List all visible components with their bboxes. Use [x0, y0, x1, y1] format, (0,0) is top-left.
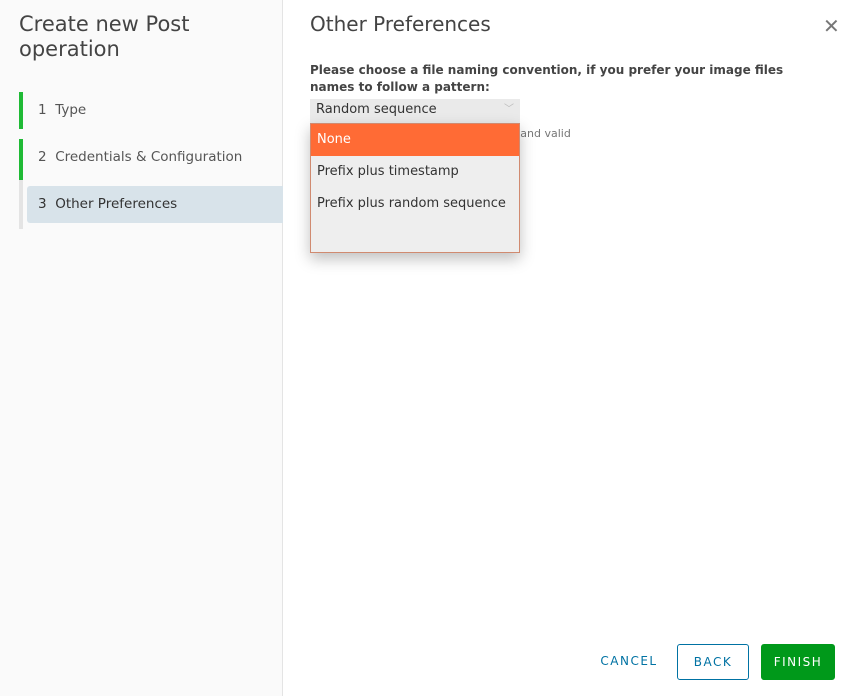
- back-button[interactable]: BACK: [677, 644, 749, 680]
- page-title: Other Preferences: [310, 12, 491, 36]
- cancel-button[interactable]: CANCEL: [593, 644, 665, 680]
- option-prefix-timestamp[interactable]: Prefix plus timestamp: [311, 156, 519, 188]
- step-progress-bar: [19, 139, 23, 180]
- step-label: Other Preferences: [55, 196, 178, 212]
- option-none[interactable]: None: [311, 124, 519, 156]
- step-progress-bar: [19, 92, 23, 129]
- step-other-preferences[interactable]: 3 Other Preferences: [19, 180, 283, 229]
- wizard-sidebar: Create new Post operation 1 Type 2 Crede…: [0, 0, 283, 696]
- chevron-down-icon: ﹀: [504, 104, 514, 115]
- select-value: Random sequence: [316, 102, 437, 117]
- step-credentials[interactable]: 2 Credentials & Configuration: [19, 139, 283, 180]
- step-label: Type: [55, 102, 87, 118]
- finish-button[interactable]: FINISH: [761, 644, 835, 680]
- option-prefix-random-sequence[interactable]: Prefix plus random sequence: [311, 188, 519, 220]
- wizard-title: Create new Post operation: [19, 12, 190, 61]
- naming-convention-label: Please choose a file naming convention, …: [310, 63, 784, 94]
- step-number: 2: [38, 149, 47, 165]
- step-progress-bar: [19, 180, 23, 229]
- step-type[interactable]: 1 Type: [19, 92, 283, 129]
- step-number: 3: [38, 196, 47, 212]
- step-number: 1: [38, 102, 47, 118]
- close-icon[interactable]: ✕: [823, 16, 840, 36]
- naming-convention-dropdown: None Prefix plus timestamp Prefix plus r…: [310, 123, 520, 253]
- step-label: Credentials & Configuration: [55, 149, 243, 165]
- naming-convention-select[interactable]: Random sequence ﹀: [310, 99, 520, 123]
